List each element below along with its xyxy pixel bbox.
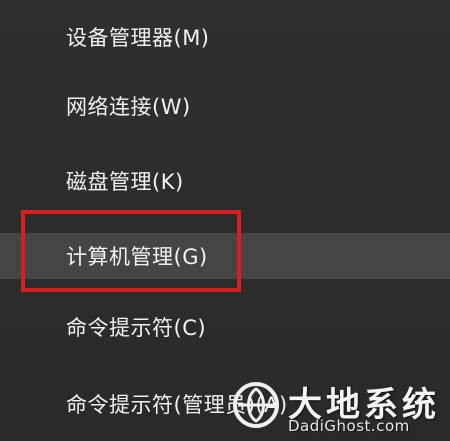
context-menu: 设备管理器(M) 网络连接(W) 磁盘管理(K) 计算机管理(G) 命令提示符(… (0, 0, 450, 441)
watermark: 大地系统 DadiGhost.com (232, 377, 442, 437)
menu-item-command-prompt[interactable]: 命令提示符(C) (0, 304, 450, 350)
menu-item-device-manager[interactable]: 设备管理器(M) (0, 14, 450, 60)
menu-item-disk-management[interactable]: 磁盘管理(K) (0, 158, 450, 204)
watermark-logo-icon (233, 382, 279, 428)
menu-item-network-connections[interactable]: 网络连接(W) (0, 83, 450, 129)
menu-item-label: 设备管理器(M) (66, 26, 210, 50)
watermark-url: DadiGhost.com (288, 417, 410, 435)
menu-item-label: 计算机管理(G) (66, 245, 208, 269)
menu-item-computer-management[interactable]: 计算机管理(G) (0, 233, 450, 279)
menu-item-label: 磁盘管理(K) (66, 170, 184, 194)
menu-item-label: 网络连接(W) (66, 95, 191, 119)
menu-item-label: 命令提示符(C) (66, 316, 207, 340)
